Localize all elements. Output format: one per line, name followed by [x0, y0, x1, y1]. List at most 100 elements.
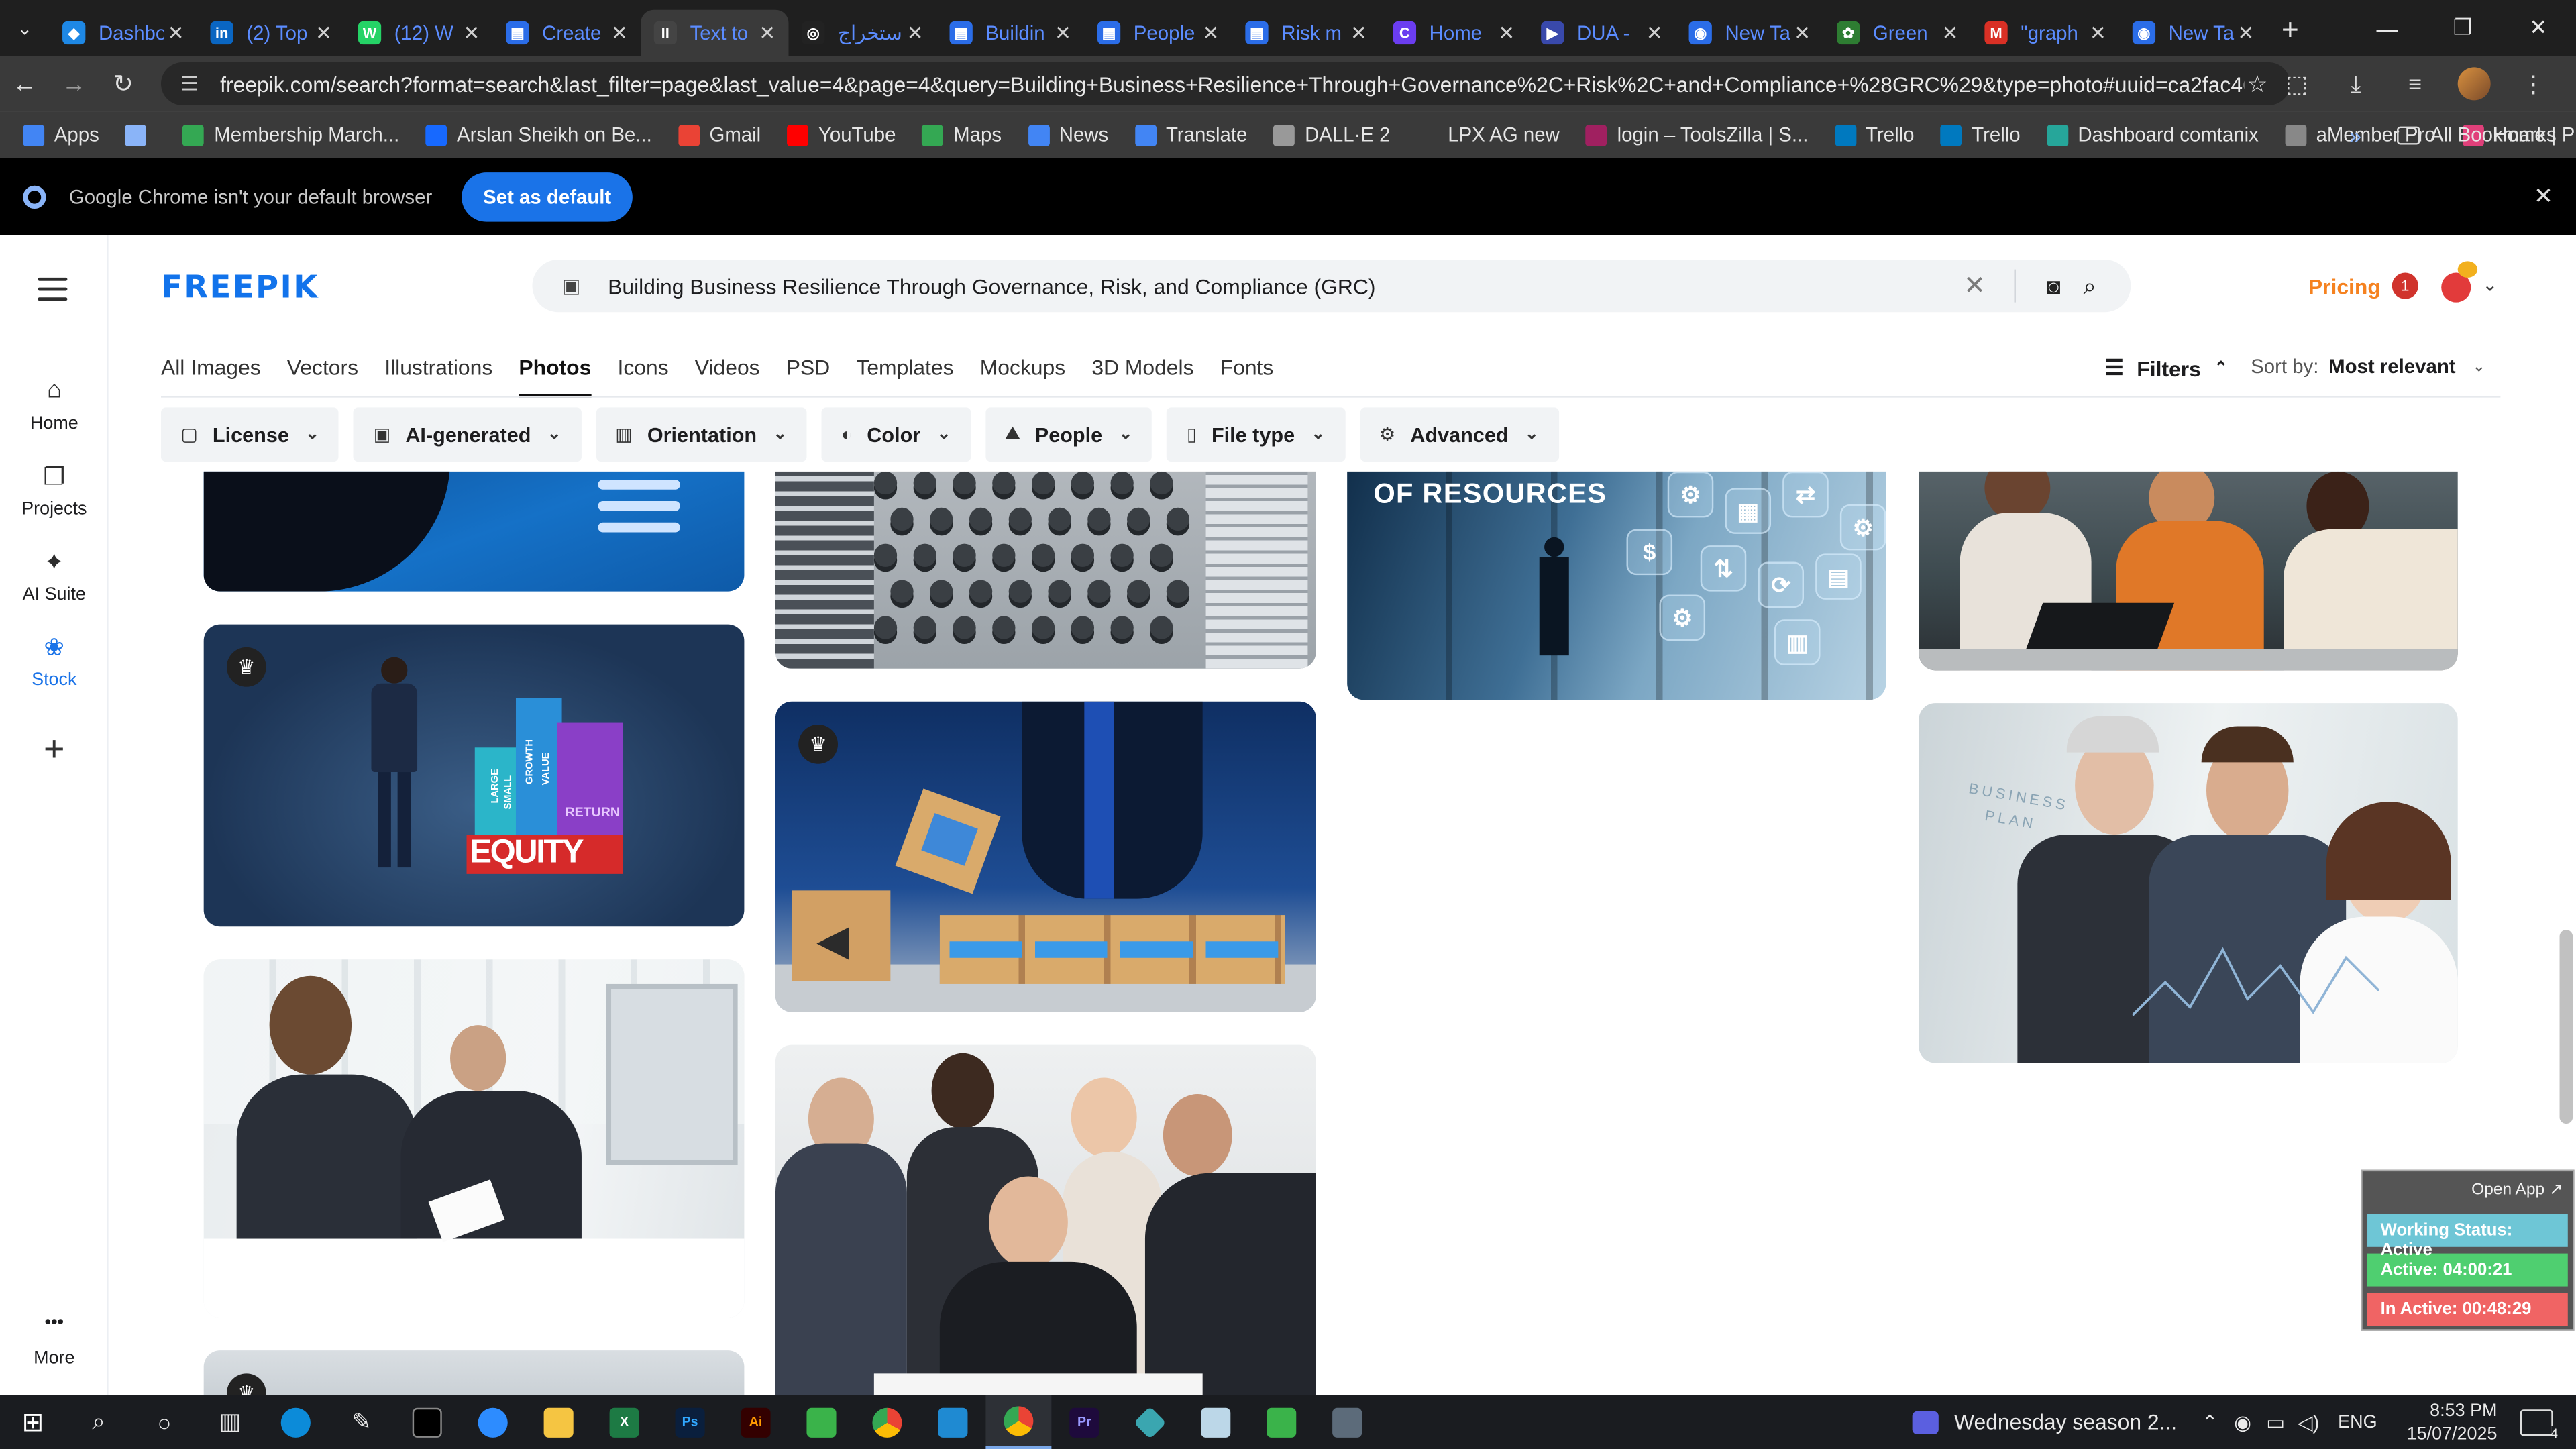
chrome-active-icon[interactable]	[985, 1395, 1052, 1449]
browser-tab[interactable]: ◉ New Ta ✕	[2119, 10, 2267, 56]
open-app-link[interactable]: Open App ↗	[2363, 1171, 2573, 1208]
bookmark-item[interactable]	[125, 123, 157, 146]
bookmark-item[interactable]: Apps	[23, 123, 99, 146]
bookmark-item[interactable]: YouTube	[787, 123, 896, 146]
sidebar-item-home[interactable]: ⌂ Home	[0, 376, 109, 434]
tab-close-icon[interactable]: ✕	[756, 21, 779, 44]
browser-tab[interactable]: ✿ Green ✕	[1823, 10, 1971, 56]
image-card-team-huddle[interactable]	[775, 1044, 1316, 1395]
bookmark-item[interactable]: Maps	[922, 123, 1002, 146]
set-default-button[interactable]: Set as default	[462, 171, 633, 221]
image-card-blue-hands[interactable]	[203, 471, 745, 592]
file-explorer-icon[interactable]	[526, 1395, 592, 1449]
photoshop-icon[interactable]: Ps	[657, 1395, 723, 1449]
network-icon[interactable]: ▭	[2259, 1410, 2292, 1433]
bookmark-item[interactable]: Membership March...	[182, 123, 399, 146]
bookmark-item[interactable]: Arslan Sheikh on Be...	[425, 123, 652, 146]
task-view-icon[interactable]: ▥	[197, 1395, 263, 1449]
notification-center-icon[interactable]: 4	[2520, 1409, 2559, 1440]
vscode-icon[interactable]	[920, 1395, 985, 1449]
bookmark-item[interactable]: Trello	[1834, 123, 1915, 146]
browser-tab[interactable]: ▤ People ✕	[1084, 10, 1232, 56]
browser-tab[interactable]: ▤ Buildin ✕	[936, 10, 1084, 56]
browser-tab[interactable]: ▤ Risk m ✕	[1232, 10, 1380, 56]
tab-templates[interactable]: Templates	[856, 352, 953, 398]
illustrator-icon[interactable]: Ai	[723, 1395, 789, 1449]
tab-close-icon[interactable]: ✕	[904, 21, 926, 44]
terminal-icon[interactable]	[394, 1395, 460, 1449]
tab-close-icon[interactable]: ✕	[1199, 21, 1222, 44]
tab-psd[interactable]: PSD	[786, 352, 830, 398]
freepik-logo[interactable]: FREEPIK	[161, 270, 319, 306]
tab-close-icon[interactable]: ✕	[1643, 21, 1666, 44]
browser-tab[interactable]: ◎ استخراج ✕	[789, 10, 936, 56]
tab-fonts[interactable]: Fonts	[1220, 352, 1274, 398]
add-icon[interactable]: +	[0, 728, 109, 771]
app-diamond-icon[interactable]	[1117, 1395, 1183, 1449]
image-card-resources[interactable]: OF RESOURCES ⚙ ▦ ⇄ ⚙ $ ⇅ ⟳ ▤ ⚙ ▥	[1347, 471, 1886, 700]
image-card-meeting-monitor[interactable]	[203, 959, 745, 1318]
tab-close-icon[interactable]: ✕	[460, 21, 483, 44]
language-indicator[interactable]: ENG	[2338, 1412, 2377, 1432]
close-window-icon[interactable]: ✕	[2500, 0, 2576, 56]
bookmark-item[interactable]: Trello	[1940, 123, 2021, 146]
tab-close-icon[interactable]: ✕	[2086, 21, 2109, 44]
camera-search-icon[interactable]: ◙	[2035, 273, 2072, 299]
sort-dropdown[interactable]: Sort by: Most relevant ⌄	[2251, 355, 2485, 378]
bookmarks-overflow-icon[interactable]: »	[2349, 122, 2361, 147]
bookmark-item[interactable]: DALL·E 2	[1273, 123, 1391, 146]
tab-illustrations[interactable]: Illustrations	[384, 352, 492, 398]
browser-tab[interactable]: M "graph ✕	[1972, 10, 2119, 56]
tab-close-icon[interactable]: ✕	[312, 21, 335, 44]
media-control-icon[interactable]: ≡	[2385, 70, 2445, 97]
site-info-icon[interactable]: ☰	[180, 72, 203, 95]
tab-close-icon[interactable]: ✕	[2235, 21, 2257, 44]
search-icon[interactable]: ⌕	[2072, 272, 2108, 300]
search-input[interactable]: Building Business Resilience Through Gov…	[608, 274, 1955, 299]
tab-close-icon[interactable]: ✕	[1939, 21, 1962, 44]
back-icon[interactable]: ←	[0, 70, 49, 98]
more-dots-icon[interactable]: •••	[0, 1313, 109, 1332]
tab-3d-models[interactable]: 3D Models	[1091, 352, 1193, 398]
filter-people-button[interactable]: ⛰ People ⌄	[985, 407, 1152, 462]
filter-license-button[interactable]: ▢ License ⌄	[161, 407, 339, 462]
excel-icon[interactable]: X	[592, 1395, 657, 1449]
close-icon[interactable]: ✕	[2534, 182, 2553, 211]
restore-icon[interactable]: ❐	[2425, 0, 2501, 56]
address-bar[interactable]: ☰ freepik.com/search?format=search&last_…	[161, 62, 2290, 105]
hamburger-menu-icon[interactable]	[38, 277, 68, 307]
clock[interactable]: 8:53 PM 15/07/2025	[2407, 1399, 2498, 1445]
chrome-menu-icon[interactable]: ⋮	[2504, 70, 2563, 98]
bookmark-item[interactable]: Translate	[1134, 123, 1247, 146]
image-card-glass-team[interactable]: BUSINESS PLAN	[1919, 703, 2458, 1063]
media-widget[interactable]: Wednesday season 2...	[1913, 1409, 2177, 1434]
profile-avatar[interactable]	[2457, 67, 2491, 101]
browser-tab[interactable]: W (12) W ✕	[345, 10, 492, 56]
tab-icons[interactable]: Icons	[618, 352, 669, 398]
extensions-icon[interactable]: ⬚	[2267, 70, 2326, 98]
image-card-buildings[interactable]	[775, 471, 1316, 669]
browser-tab[interactable]: ▶ DUA - ✕	[1528, 10, 1676, 56]
image-type-icon[interactable]: ▣	[562, 274, 585, 297]
forward-icon[interactable]: →	[49, 70, 98, 98]
filter-file-type-button[interactable]: ▯ File type ⌄	[1167, 407, 1345, 462]
filters-toggle[interactable]: ☰ Filters ⌃	[2104, 355, 2228, 381]
new-tab-button[interactable]: +	[2267, 12, 2314, 46]
browser-tab[interactable]: C Home ✕	[1380, 10, 1527, 56]
notification-badge[interactable]: 1	[2392, 272, 2418, 299]
browser-tab[interactable]: ▤ Create ✕	[493, 10, 641, 56]
download-icon[interactable]: ⤓	[2326, 70, 2385, 98]
filter-advanced-button[interactable]: ⚙ Advanced ⌄	[1359, 407, 1558, 462]
sidebar-item-ai-suite[interactable]: ✦ AI Suite	[0, 547, 109, 604]
bookmark-item[interactable]: login – ToolsZilla | S...	[1586, 123, 1808, 146]
tray-overflow-icon[interactable]: ⌃	[2194, 1410, 2226, 1433]
tab-videos[interactable]: Videos	[695, 352, 760, 398]
edge-icon[interactable]	[263, 1395, 329, 1449]
filter-orientation-button[interactable]: ▥ Orientation ⌄	[595, 407, 807, 462]
zoom-icon[interactable]	[460, 1395, 526, 1449]
tab-close-icon[interactable]: ✕	[164, 21, 187, 44]
chrome-icon[interactable]	[854, 1395, 920, 1449]
image-card-women-meeting[interactable]	[1919, 471, 2458, 671]
sidebar-item-projects[interactable]: ❐ Projects	[0, 462, 109, 519]
tab-close-icon[interactable]: ✕	[1347, 21, 1370, 44]
